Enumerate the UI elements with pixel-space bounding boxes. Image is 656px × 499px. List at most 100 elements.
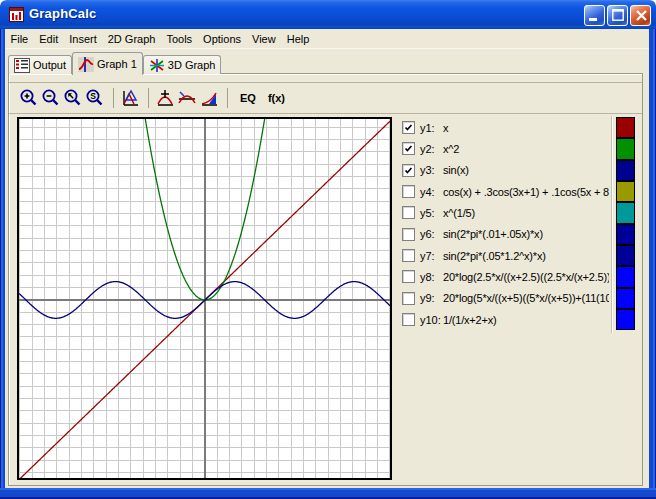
color-swatch-y3[interactable] <box>616 160 635 181</box>
zoom-select-button[interactable] <box>63 88 83 108</box>
window-border-bottom[interactable] <box>0 488 656 499</box>
zoom-in-button[interactable] <box>19 88 39 108</box>
color-swatch-y1[interactable] <box>616 117 635 138</box>
tab-3d-graph[interactable]: 3D Graph <box>143 55 222 74</box>
trace-button[interactable] <box>120 88 140 108</box>
graph-frame <box>17 117 392 480</box>
color-swatch-y2[interactable] <box>616 138 635 159</box>
maximize-button[interactable] <box>607 5 628 26</box>
equation-label: y7: <box>420 250 443 262</box>
toolbar: S EQ f(x) <box>9 84 291 112</box>
checkbox-y6[interactable] <box>402 228 415 241</box>
equation-row-y6: y6:sin(2*pi*(.01+.05x)*x) <box>402 224 609 245</box>
equation-expression[interactable]: sin(2*pi*(.05*1.2^x)*x) <box>443 250 546 262</box>
equation-row-y8: y8:20*log(2.5*x/((x+2.5)((2.5*x/(x+2.5)) <box>402 266 609 287</box>
equation-expression[interactable]: 1/(1/x+2+x) <box>443 314 496 326</box>
graph2d-icon <box>78 57 94 72</box>
menu-insert[interactable]: Insert <box>64 31 103 47</box>
equation-label: y8: <box>420 271 443 283</box>
checkbox-y3[interactable] <box>402 164 415 177</box>
zoom-out-button[interactable] <box>41 88 61 108</box>
equation-expression[interactable]: x <box>443 122 448 134</box>
color-swatch-y9[interactable] <box>616 288 635 309</box>
checkbox-y10[interactable] <box>402 313 415 326</box>
menu-tools[interactable]: Tools <box>161 31 198 47</box>
color-swatch-y6[interactable] <box>616 224 635 245</box>
graph-canvas[interactable] <box>19 119 390 478</box>
equation-expression[interactable]: 20*log(2.5*x/((x+2.5)((2.5*x/(x+2.5)) <box>443 271 609 283</box>
tab-label: 3D Graph <box>168 59 216 71</box>
equation-row-y7: y7:sin(2*pi*(.05*1.2^x)*x) <box>402 245 609 266</box>
zoom-standard-button[interactable]: S <box>85 88 105 108</box>
equation-expression[interactable]: 20*log(5*x/((x+5)((5*x/(x+5))+(11(10 <box>443 292 609 304</box>
equation-row-y2: y2:x^2 <box>402 138 609 159</box>
color-swatch-y4[interactable] <box>616 181 635 202</box>
equation-row-y9: y9:20*log(5*x/((x+5)((5*x/(x+5))+(11(10 <box>402 288 609 309</box>
integrate-button[interactable] <box>199 88 219 108</box>
equation-expression[interactable]: cos(x) + .3cos(3x+1) + .1cos(5x + 8) <box>443 186 609 198</box>
equation-label: y9: <box>420 292 443 304</box>
close-button[interactable] <box>630 5 651 26</box>
checkbox-y9[interactable] <box>402 292 415 305</box>
color-swatch-y10[interactable] <box>616 309 635 330</box>
menu-view[interactable]: View <box>247 31 282 47</box>
checkbox-y2[interactable] <box>402 142 415 155</box>
color-swatch-y8[interactable] <box>616 266 635 287</box>
graph3d-icon <box>149 58 165 73</box>
equation-expression[interactable]: sin(2*pi*(.01+.05x)*x) <box>443 228 543 240</box>
tab-graph-1[interactable]: Graph 1 <box>72 52 143 75</box>
menu-options[interactable]: Options <box>198 31 247 47</box>
app-icon <box>9 7 24 22</box>
equation-expression[interactable]: sin(x) <box>443 164 469 176</box>
menu-help[interactable]: Help <box>281 31 315 47</box>
color-swatches <box>616 117 635 330</box>
checkbox-y4[interactable] <box>402 185 415 198</box>
window-border-right[interactable] <box>649 29 656 488</box>
equation-row-y3: y3:sin(x) <box>402 160 609 181</box>
equation-label: y6: <box>420 228 443 240</box>
equation-row-y1: y1:x <box>402 117 609 138</box>
equation-label: y2: <box>420 143 443 155</box>
menu-edit[interactable]: Edit <box>34 31 64 47</box>
checkbox-y8[interactable] <box>402 270 415 283</box>
equation-label: y5: <box>420 207 443 219</box>
toolbar-separator <box>148 88 149 108</box>
toolbar-border-top <box>9 82 642 83</box>
checkbox-y7[interactable] <box>402 249 415 262</box>
tab-label: Output <box>33 59 66 71</box>
toolbar-border-bottom <box>9 113 642 114</box>
minimize-button[interactable] <box>584 5 605 26</box>
checkbox-y1[interactable] <box>402 121 415 134</box>
checkbox-y5[interactable] <box>402 206 415 219</box>
menu-file[interactable]: File <box>5 31 34 47</box>
window-title: GraphCalc <box>29 6 97 21</box>
window-border-left[interactable] <box>0 29 5 488</box>
title-bar[interactable]: GraphCalc <box>0 0 656 29</box>
equation-label: y4: <box>420 186 443 198</box>
equation-expression[interactable]: x^2 <box>443 143 459 155</box>
menu-2d-graph[interactable]: 2D Graph <box>102 31 161 47</box>
color-swatch-y7[interactable] <box>616 245 635 266</box>
menu-bar: FileEditInsert2D GraphToolsOptionsViewHe… <box>5 29 649 49</box>
tab-label: Graph 1 <box>97 58 137 70</box>
equation-expression[interactable]: x^(1/5) <box>443 207 475 219</box>
toolbar-separator <box>113 88 114 108</box>
evaluate-button[interactable]: f(x) <box>268 92 285 104</box>
color-swatch-y5[interactable] <box>616 202 635 223</box>
svg-text:S: S <box>90 91 96 101</box>
find-root-button[interactable] <box>177 88 197 108</box>
toolbar-separator <box>227 88 228 108</box>
equation-label: y1: <box>420 122 443 134</box>
equation-separator <box>611 116 613 333</box>
equation-list: y1:xy2:x^2y3:sin(x)y4:cos(x) + .3cos(3x+… <box>402 117 609 331</box>
tab-output[interactable]: Output <box>8 55 72 74</box>
output-icon <box>14 58 30 73</box>
equation-row-y4: y4:cos(x) + .3cos(3x+1) + .1cos(5x + 8) <box>402 181 609 202</box>
equation-list-button[interactable]: EQ <box>240 92 256 104</box>
equation-label: y3: <box>420 164 443 176</box>
equation-row-y5: y5:x^(1/5) <box>402 202 609 223</box>
find-maximum-button[interactable] <box>155 88 175 108</box>
equation-row-y10: y10:1/(1/x+2+x) <box>402 309 609 330</box>
graphcalc-window: GraphCalc FileEditInsert2D GraphToolsOpt… <box>0 0 656 499</box>
equation-label: y10: <box>420 314 443 326</box>
